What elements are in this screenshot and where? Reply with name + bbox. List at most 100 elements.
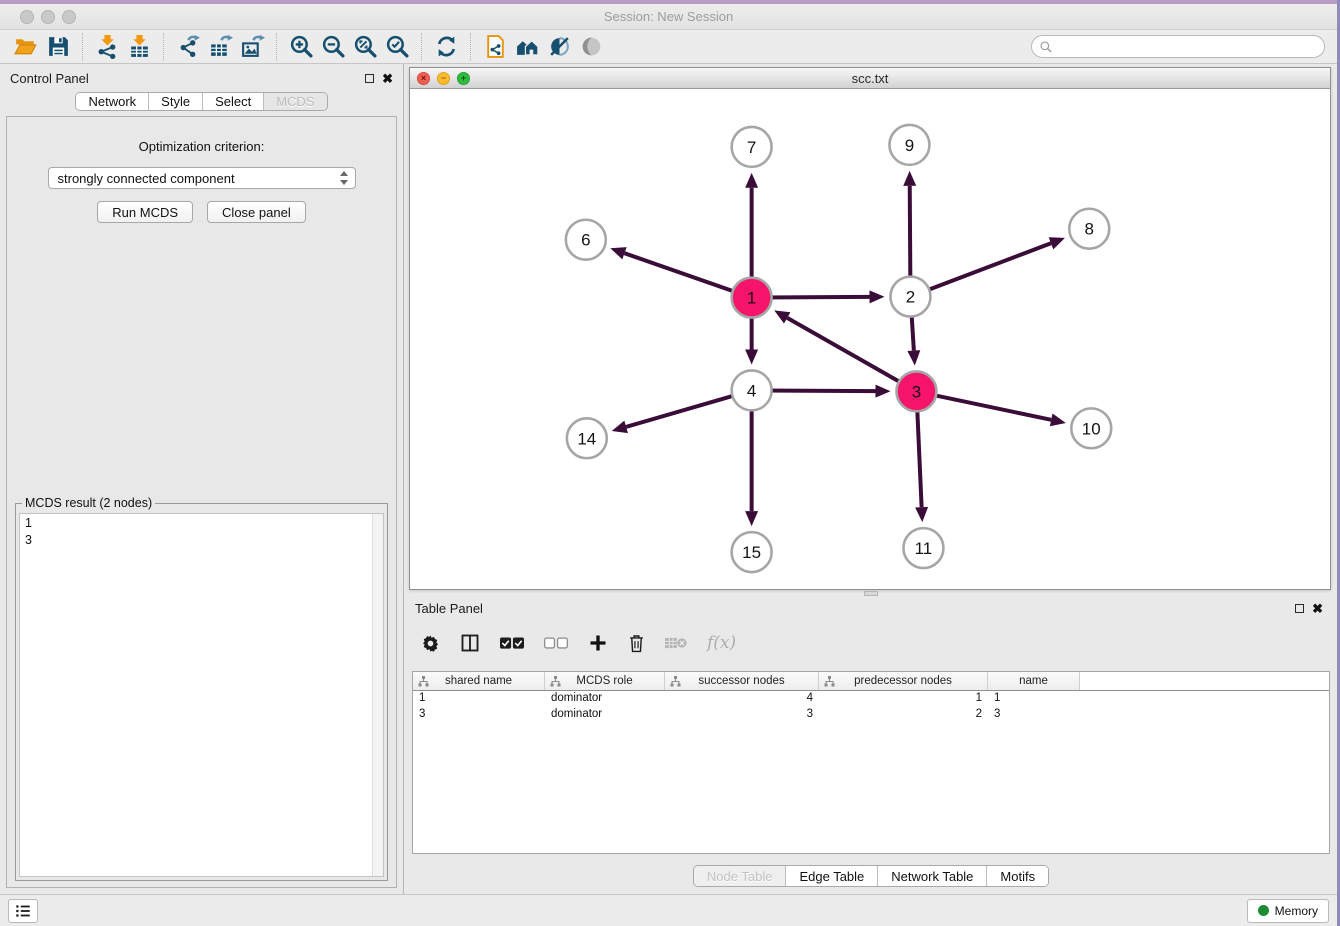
table-cell[interactable]: dominator xyxy=(545,691,665,707)
task-history-button[interactable] xyxy=(8,899,38,923)
birds-eye-view-icon xyxy=(579,34,604,59)
tab-select[interactable]: Select xyxy=(203,93,264,110)
table-cell[interactable]: 1 xyxy=(988,691,1080,707)
arrowhead-2-8 xyxy=(1049,237,1065,249)
plus-icon xyxy=(588,633,608,653)
export-image-button[interactable] xyxy=(236,32,268,62)
table-row[interactable]: 3dominator323 xyxy=(413,707,1329,723)
arrowhead-4-15 xyxy=(745,511,758,526)
graph-node-label-1: 1 xyxy=(747,289,756,308)
column-header-shared-name[interactable]: shared name xyxy=(413,672,545,690)
table-browser-tabs: Node Table Edge Table Network Table Moti… xyxy=(405,865,1337,887)
refresh-icon xyxy=(434,34,459,59)
tab-edge-table[interactable]: Edge Table xyxy=(786,866,878,886)
control-panel-close-icon[interactable]: ✖ xyxy=(382,74,393,83)
search-box xyxy=(1031,35,1325,58)
tab-style[interactable]: Style xyxy=(149,93,203,110)
mcds-result-line: 3 xyxy=(25,532,367,549)
network-graph: 7968124314101511 xyxy=(410,89,1330,589)
column-header-predecessor-nodes[interactable]: predecessor nodes xyxy=(819,672,988,690)
column-header-MCDS-role[interactable]: MCDS role xyxy=(545,672,665,690)
export-network-button[interactable] xyxy=(172,32,204,62)
graph-node-label-7: 7 xyxy=(747,138,756,157)
table-cell[interactable]: 3 xyxy=(665,707,819,723)
zoom-selected-button[interactable] xyxy=(381,32,413,62)
zoom-in-button[interactable] xyxy=(285,32,317,62)
tab-network[interactable]: Network xyxy=(76,93,149,110)
mcds-tab-content: Optimization criterion: strongly connect… xyxy=(6,116,397,888)
network-window-titlebar[interactable]: × − + scc.txt xyxy=(410,68,1330,89)
create-column-button[interactable] xyxy=(588,633,608,653)
edge-2-8 xyxy=(910,243,1051,296)
arrowhead-1-4 xyxy=(745,349,758,364)
table-cell[interactable]: 1 xyxy=(819,691,988,707)
open-session-button[interactable] xyxy=(10,32,42,62)
zoom-selected-icon xyxy=(385,34,410,59)
memory-label: Memory xyxy=(1275,904,1318,918)
tab-mcds[interactable]: MCDS xyxy=(264,93,326,110)
close-panel-button[interactable]: Close panel xyxy=(207,201,306,223)
edge-3-1 xyxy=(787,318,916,392)
column-tree-icon xyxy=(550,676,561,687)
table-cell[interactable]: 2 xyxy=(819,707,988,723)
show-all-networks-button[interactable] xyxy=(511,32,543,62)
arrowhead-4-3 xyxy=(875,385,890,398)
table-row[interactable]: 1dominator411 xyxy=(413,691,1329,707)
column-tree-icon xyxy=(418,676,429,687)
table-cell[interactable]: 1 xyxy=(413,691,545,707)
network-window-title: scc.txt xyxy=(410,71,1330,86)
delete-column-button-disabled[interactable] xyxy=(665,636,687,650)
function-builder-button-disabled[interactable]: f(x) xyxy=(707,633,736,653)
table-cell[interactable]: 4 xyxy=(665,691,819,707)
mcds-result-scrollbar[interactable] xyxy=(372,514,383,876)
arrowhead-2-3 xyxy=(907,350,920,365)
tab-network-table[interactable]: Network Table xyxy=(878,866,987,886)
tab-motifs[interactable]: Motifs xyxy=(987,866,1048,886)
table-cell[interactable]: 3 xyxy=(413,707,545,723)
import-table-button[interactable] xyxy=(123,32,155,62)
column-header-label: MCDS role xyxy=(576,675,632,687)
birds-eye-view-button[interactable] xyxy=(575,32,607,62)
memory-status-icon xyxy=(1258,905,1269,916)
search-input[interactable] xyxy=(1031,35,1325,58)
save-session-button[interactable] xyxy=(42,32,74,62)
zoom-in-icon xyxy=(289,34,314,59)
deselect-all-columns-button[interactable] xyxy=(544,637,568,650)
show-column-panel-button[interactable] xyxy=(460,633,480,653)
mcds-result-groupbox: MCDS result (2 nodes) 13 xyxy=(15,503,388,881)
clone-network-button[interactable] xyxy=(479,32,511,62)
tab-node-table[interactable]: Node Table xyxy=(694,866,787,886)
arrowhead-1-2 xyxy=(869,290,884,303)
memory-button[interactable]: Memory xyxy=(1247,899,1329,923)
table-panel-close-icon[interactable]: ✖ xyxy=(1312,604,1323,613)
zoom-out-button[interactable] xyxy=(317,32,349,62)
table-cell[interactable]: 3 xyxy=(988,707,1080,723)
column-header-successor-nodes[interactable]: successor nodes xyxy=(665,672,819,690)
show-style-button[interactable] xyxy=(543,32,575,62)
export-table-button[interactable] xyxy=(204,32,236,62)
export-image-icon xyxy=(240,34,265,59)
optimization-dropdown[interactable]: strongly connected component xyxy=(48,167,356,189)
toolbar-separator xyxy=(421,33,422,61)
column-header-name[interactable]: name xyxy=(988,672,1080,690)
control-panel-float-icon[interactable] xyxy=(365,74,374,83)
export-table-icon xyxy=(208,34,233,59)
zoom-fit-button[interactable] xyxy=(349,32,381,62)
delete-rows-button[interactable] xyxy=(628,634,645,653)
table-toolbar: f(x) xyxy=(405,621,1337,665)
import-network-icon xyxy=(95,34,120,59)
toolbar-separator xyxy=(276,33,277,61)
control-panel-tabs: Network Style Select MCDS xyxy=(0,92,403,111)
arrowhead-3-10 xyxy=(1050,414,1066,427)
control-panel-title: Control Panel xyxy=(10,71,89,86)
import-network-button[interactable] xyxy=(91,32,123,62)
select-all-columns-button[interactable] xyxy=(500,637,524,650)
arrowhead-1-6 xyxy=(610,247,626,259)
table-panel-float-icon[interactable] xyxy=(1295,604,1304,613)
apply-layout-button[interactable] xyxy=(430,32,462,62)
run-mcds-button[interactable]: Run MCDS xyxy=(97,201,193,223)
mcds-result-text[interactable]: 13 xyxy=(20,514,372,876)
table-cell[interactable]: dominator xyxy=(545,707,665,723)
checked-boxes-icon xyxy=(500,637,524,650)
table-options-button[interactable] xyxy=(421,634,440,653)
